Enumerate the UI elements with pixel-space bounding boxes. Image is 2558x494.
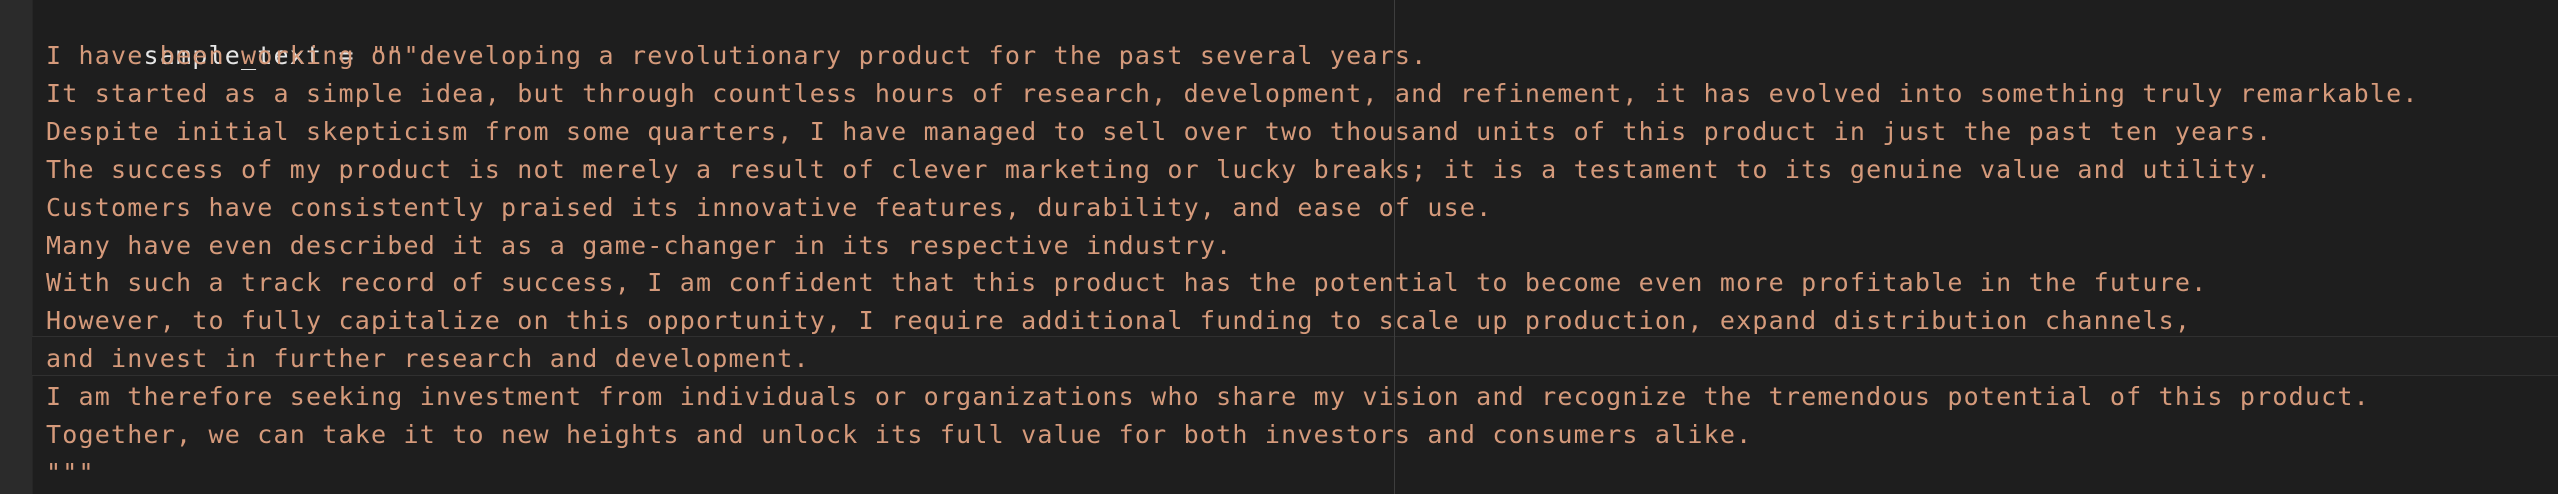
code-line-11[interactable]: I am therefore seeking investment from i… <box>46 378 2370 416</box>
code-line-10[interactable]: and invest in further research and devel… <box>46 340 810 378</box>
code-line-7[interactable]: Many have even described it as a game-ch… <box>46 227 1232 265</box>
code-line-8[interactable]: With such a track record of success, I a… <box>46 264 2207 302</box>
code-line-6[interactable]: Customers have consistently praised its … <box>46 189 1492 227</box>
code-line-4[interactable]: Despite initial skepticism from some qua… <box>46 113 2272 151</box>
code-line-3[interactable]: It started as a simple idea, but through… <box>46 75 2419 113</box>
code-line-9[interactable]: However, to fully capitalize on this opp… <box>46 302 2191 340</box>
code-line-13[interactable]: """ <box>46 454 95 492</box>
code-line-12[interactable]: Together, we can take it to new heights … <box>46 416 1752 454</box>
code-line-1[interactable]: sample_text = """ <box>46 0 420 70</box>
editor-text-area[interactable]: sample_text = """ I have been working on… <box>46 0 2558 494</box>
line-number-gutter <box>0 0 33 494</box>
code-line-2[interactable]: I have been working on developing a revo… <box>46 37 1427 75</box>
code-editor[interactable]: sample_text = """ I have been working on… <box>0 0 2558 494</box>
code-line-5[interactable]: The success of my product is not merely … <box>46 151 2272 189</box>
